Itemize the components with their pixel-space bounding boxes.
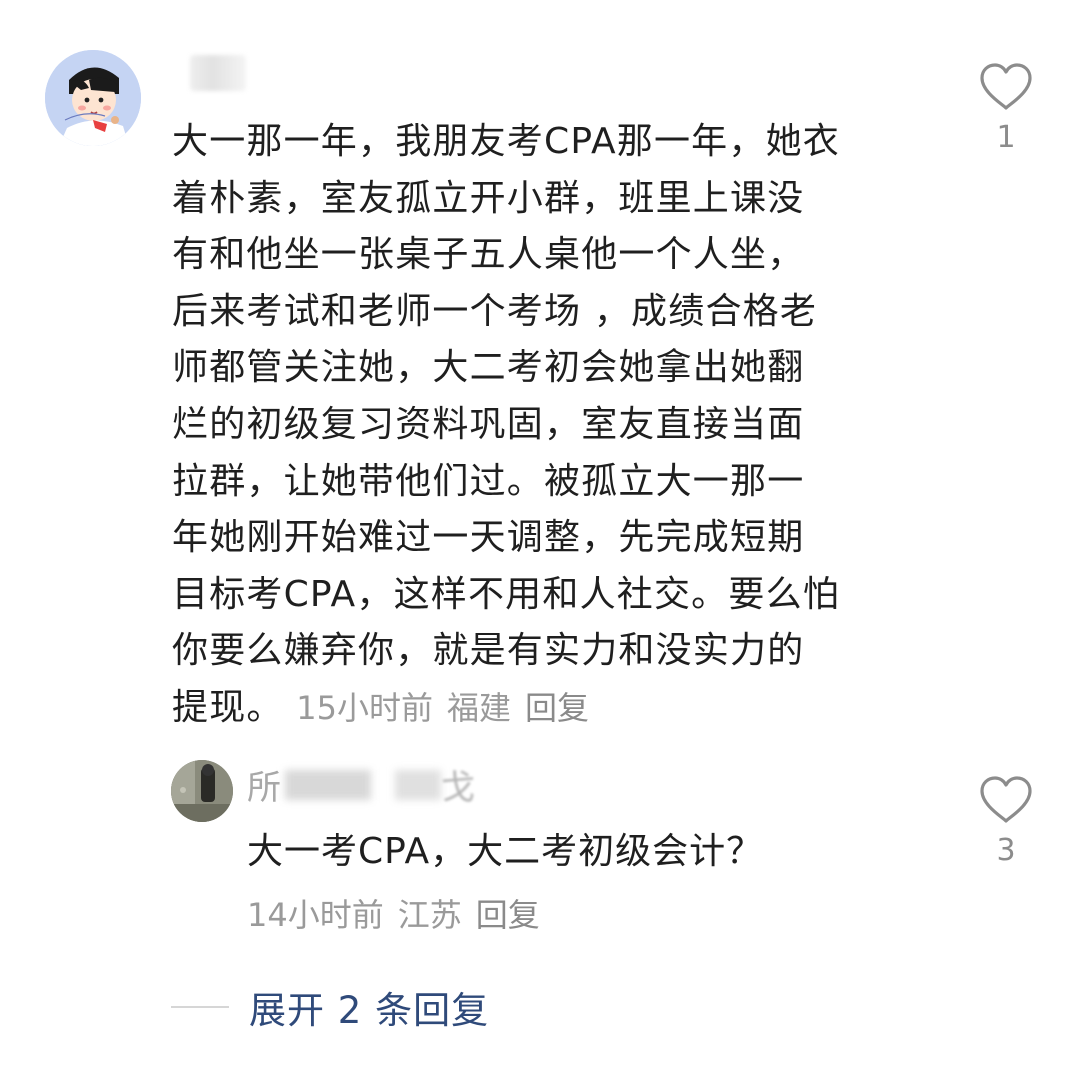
expand-replies-button[interactable]: 展开 2 条回复: [249, 980, 489, 1034]
comment-line: 着朴素，室友孤立开小群，班里上课没: [172, 177, 805, 219]
comment-text: 大一那一年，我朋友考CPA那一年，她衣 着朴素，室友孤立开小群，班里上课没 有和…: [172, 114, 922, 737]
comment-line: 年她刚开始难过一天调整，先完成短期: [172, 517, 805, 559]
reply-location: 江苏: [397, 896, 462, 934]
comment-line: 目标考CPA，这样不用和人社交。要么怕: [172, 573, 840, 615]
reply-meta: 14小时前 江苏 回复: [247, 890, 554, 936]
reply-time: 14小时前: [247, 896, 384, 934]
comment-last-line: 提现。 15小时前 福建 回复: [172, 680, 922, 737]
reply-username-prefix: 所: [247, 768, 281, 808]
avatar[interactable]: [45, 50, 141, 146]
like-button[interactable]: 1: [976, 62, 1036, 155]
heart-outline-icon: [980, 63, 1032, 110]
comment-line: 后来考试和老师一个考场 ，成绩合格老: [172, 290, 818, 332]
reply-username-suffix: 戈: [441, 768, 475, 808]
reply-button[interactable]: 回复: [476, 896, 540, 934]
username-blurred: [285, 769, 371, 800]
comment-line: 拉群，让她带他们过。被孤立大一那一: [172, 460, 805, 502]
comment-time: 15小时前: [296, 688, 433, 727]
comment-line: 烂的初级复习资料巩固，室友直接当面: [172, 403, 805, 445]
comment-line: 你要么嫌弃你，就是有实力和没实力的: [172, 630, 805, 672]
comment-line: 师都管关注她，大二考初会她拿出她翻: [172, 347, 805, 389]
comment-meta: 15小时前 福建 回复: [296, 689, 603, 727]
comment-line-end: 提现。: [172, 686, 284, 728]
reply-like-count: 3: [996, 833, 1016, 868]
reply-username[interactable]: 所 戈: [247, 760, 475, 809]
username-blurred[interactable]: [190, 55, 246, 91]
reply-like-button[interactable]: 3: [976, 775, 1036, 868]
reply-button[interactable]: 回复: [525, 689, 589, 727]
avatar-image: [45, 50, 141, 146]
comment-line: 大一那一年，我朋友考CPA那一年，她衣: [172, 121, 840, 162]
reply-avatar[interactable]: [171, 760, 233, 822]
heart-outline-icon: [980, 776, 1032, 823]
comment-location: 福建: [447, 688, 512, 727]
divider-line: [171, 1006, 229, 1008]
reply-avatar-image: [171, 760, 233, 822]
reply-text: 大一考CPA，大二考初级会计？: [247, 831, 764, 872]
expand-replies[interactable]: 展开 2 条回复: [171, 980, 489, 1034]
comment-line: 有和他坐一张桌子五人桌他一个人坐，: [172, 234, 805, 276]
username-blurred: [395, 769, 441, 800]
like-count: 1: [996, 120, 1016, 155]
